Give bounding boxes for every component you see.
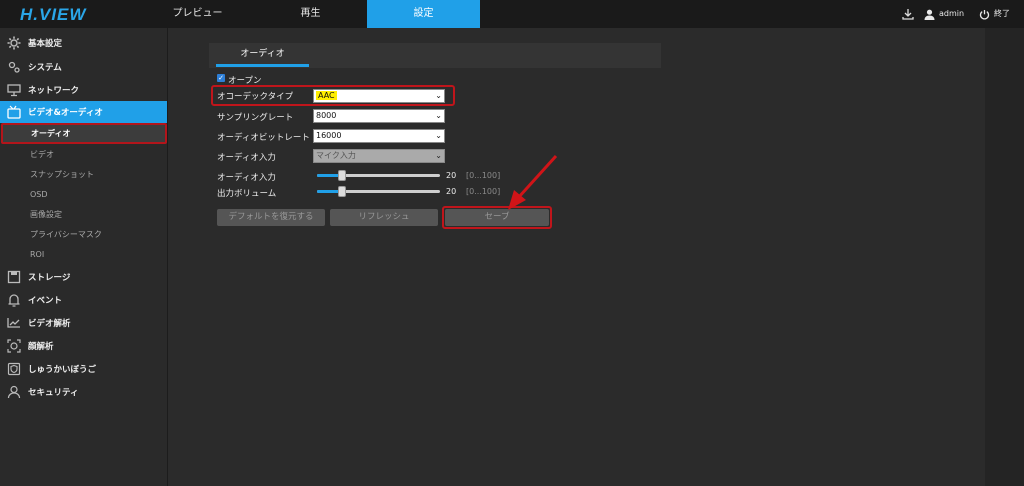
open-checkbox[interactable]: ✓ [217, 74, 225, 82]
arrow-icon [508, 154, 558, 210]
sidebar-label: ネットワーク [28, 86, 80, 96]
sidebar-subitem-snapshot[interactable]: スナップショット [0, 164, 167, 184]
tab-audio[interactable]: オーディオ [216, 43, 309, 65]
codec-value: AAC [316, 91, 337, 100]
input-label: オーディオ入力 [217, 153, 276, 163]
chevron-down-icon: ⌄ [435, 111, 442, 120]
output-volume-thumb[interactable] [337, 186, 346, 197]
sidebar-label: 基本設定 [28, 39, 63, 49]
sidebar-item-system[interactable]: システム [0, 56, 167, 78]
restore-default-button[interactable]: デフォルトを復元する [217, 209, 325, 226]
sidebar: 基本設定 システム ネットワーク ビデオ&オーディオ オーディオ ビデオ スナッ… [0, 28, 168, 486]
gears-icon [7, 60, 21, 74]
codec-select[interactable]: AAC ⌄ [313, 89, 445, 103]
sidebar-label: ビデオ&オーディオ [28, 108, 103, 118]
chevron-down-icon: ⌄ [435, 91, 442, 100]
sidebar-label: ストレージ [28, 273, 71, 283]
sidebar-label: しゅうかいぼうご [28, 365, 97, 375]
gear-icon [7, 36, 21, 50]
tab-playback[interactable]: 再生 [254, 0, 367, 28]
power-icon [979, 9, 990, 19]
sidebar-subitem-video[interactable]: ビデオ [0, 144, 167, 164]
sidebar-subitem-image[interactable]: 画像設定 [0, 204, 167, 224]
sidebar-label: セキュリティ [28, 388, 79, 398]
logout-button[interactable]: 終了 [979, 0, 1010, 28]
tab-preview[interactable]: プレビュー [141, 0, 254, 28]
output-volume-label: 出力ボリューム [217, 189, 277, 199]
input-select[interactable]: マイク入力 ⌄ [313, 149, 445, 163]
sidebar-item-face[interactable]: 顔解析 [0, 335, 167, 357]
sidebar-subitem-privacy-mask[interactable]: プライバシーマスク [0, 224, 167, 244]
network-icon [7, 83, 21, 97]
input-volume-slider[interactable] [317, 170, 440, 181]
video-audio-icon [7, 105, 21, 119]
right-panel [985, 28, 1024, 486]
tab-settings[interactable]: 設定 [367, 0, 480, 28]
sidebar-label: ビデオ解析 [28, 319, 71, 329]
sidebar-subitem-roi[interactable]: ROI [0, 244, 167, 264]
sampling-value: 8000 [316, 111, 337, 120]
sidebar-item-video-audio[interactable]: ビデオ&オーディオ [0, 101, 167, 123]
user-icon [924, 9, 935, 20]
sidebar-label: 顔解析 [28, 342, 54, 352]
sidebar-label: イベント [28, 296, 63, 306]
chevron-down-icon: ⌄ [435, 151, 442, 160]
input-volume-value: 20 [446, 171, 457, 180]
output-volume-value: 20 [446, 187, 457, 196]
output-volume-slider[interactable] [317, 186, 440, 197]
bitrate-value: 16000 [316, 131, 342, 140]
sidebar-item-protection[interactable]: しゅうかいぼうご [0, 358, 167, 380]
refresh-button[interactable]: リフレッシュ [330, 209, 438, 226]
chevron-down-icon: ⌄ [435, 131, 442, 140]
bitrate-label: オーディオビットレート [217, 133, 310, 143]
active-tab-indicator [216, 64, 309, 67]
sidebar-item-storage[interactable]: ストレージ [0, 266, 167, 288]
input-value: マイク入力 [316, 151, 356, 160]
sidebar-subitem-audio[interactable]: オーディオ [1, 123, 167, 144]
sidebar-item-basic[interactable]: 基本設定 [0, 32, 167, 54]
sidebar-item-video-analysis[interactable]: ビデオ解析 [0, 312, 167, 334]
codec-label: オコーデックタイプ [217, 92, 294, 102]
sampling-select[interactable]: 8000 ⌄ [313, 109, 445, 123]
download-button[interactable] [902, 0, 914, 28]
logo: H.VIEW [20, 5, 87, 24]
sidebar-item-network[interactable]: ネットワーク [0, 79, 167, 101]
logout-label: 終了 [994, 9, 1010, 18]
download-icon [902, 9, 914, 20]
user-menu[interactable]: admin [924, 0, 964, 28]
sidebar-item-security[interactable]: セキュリティ [0, 381, 167, 403]
shield-icon [7, 362, 21, 376]
sidebar-item-event[interactable]: イベント [0, 289, 167, 311]
input-volume-label: オーディオ入力 [217, 173, 276, 183]
analysis-icon [7, 316, 21, 330]
username: admin [939, 9, 965, 18]
sidebar-label: システム [28, 63, 62, 73]
input-volume-thumb[interactable] [337, 170, 346, 181]
sidebar-subitem-osd[interactable]: OSD [0, 184, 167, 204]
user-icon [7, 385, 21, 399]
face-icon [7, 339, 21, 353]
sampling-label: サンプリングレート [217, 113, 294, 123]
bitrate-select[interactable]: 16000 ⌄ [313, 129, 445, 143]
alarm-icon [7, 293, 21, 307]
top-bar: H.VIEW プレビュー 再生 設定 admin 終了 [0, 0, 1024, 28]
save-icon [7, 270, 21, 284]
